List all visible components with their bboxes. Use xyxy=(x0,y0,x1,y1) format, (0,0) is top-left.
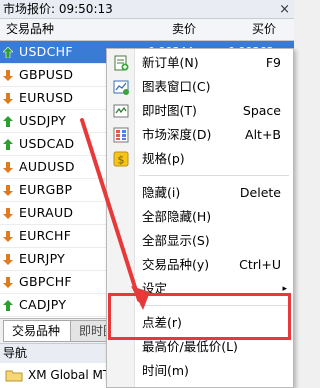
symbol-name: USDCAD xyxy=(19,136,75,151)
menu-item-label: 时间(m) xyxy=(142,363,189,378)
new-order-icon xyxy=(114,55,129,71)
menu-item-show-all[interactable]: 全部显示(S) xyxy=(107,230,293,252)
symbol-name: EURUSD xyxy=(19,90,74,105)
market-depth-icon xyxy=(113,127,129,143)
market-watch-title-bar: 市场报价: 09:50:13 × xyxy=(0,0,294,19)
specification-icon: $ xyxy=(113,151,129,167)
arrow-down-icon xyxy=(3,93,13,104)
symbol-name: EURAUD xyxy=(19,205,74,220)
menu-item-market-depth[interactable]: 市场深度(D) Alt+B xyxy=(107,124,293,146)
menu-item-shortcut: F9 xyxy=(265,55,281,70)
symbol-name: GBPCHF xyxy=(19,274,72,289)
arrow-up-icon xyxy=(3,116,13,127)
arrow-down-icon xyxy=(3,70,13,81)
menu-item-label: 新订单(N) xyxy=(142,55,199,70)
folder-icon xyxy=(5,370,23,382)
menu-item-hide-all[interactable]: 全部隐藏(H) xyxy=(107,206,293,228)
menu-item-label: 规格(p) xyxy=(142,151,185,166)
arrow-down-icon xyxy=(3,277,13,288)
close-icon[interactable]: × xyxy=(279,1,290,19)
arrow-up-icon xyxy=(3,47,13,58)
column-header-ask[interactable]: 买价 xyxy=(252,19,276,40)
tick-chart-icon xyxy=(113,104,129,118)
menu-item-label: 交易品种(y) xyxy=(142,257,210,272)
arrow-down-icon xyxy=(3,185,13,196)
column-header-symbol[interactable]: 交易品种 xyxy=(6,19,54,40)
menu-item-shortcut: Ctrl+U xyxy=(239,257,281,272)
column-header-bid[interactable]: 卖价 xyxy=(172,19,196,40)
menu-item-hide[interactable]: 隐藏(i) Delete xyxy=(107,182,293,204)
menu-item-shortcut: Alt+B xyxy=(245,127,281,142)
symbol-name: AUDUSD xyxy=(19,159,75,174)
menu-item-label: 隐藏(i) xyxy=(142,185,181,200)
quote-table-header: 交易品种 卖价 买价 xyxy=(0,19,294,41)
menu-item-label: 全部隐藏(H) xyxy=(142,209,212,224)
symbol-name: GBPUSD xyxy=(19,67,74,82)
menu-item-chart-window[interactable]: 图表窗口(C) xyxy=(107,76,293,98)
navigator-item-label: XM Global MT xyxy=(28,368,111,382)
arrow-down-icon xyxy=(3,162,13,173)
tab-symbols[interactable]: 交易品种 xyxy=(3,320,71,342)
symbol-name: EURCHF xyxy=(19,228,72,243)
menu-item-new-order[interactable]: 新订单(N) F9 xyxy=(107,52,293,74)
chart-window-icon xyxy=(113,80,129,95)
symbol-name: EURJPY xyxy=(19,251,66,266)
menu-item-specification[interactable]: $ 规格(p) xyxy=(107,148,293,170)
menu-item-label: 市场深度(D) xyxy=(142,127,212,142)
menu-item-shortcut: Space xyxy=(242,103,281,118)
menu-separator xyxy=(139,175,289,176)
menu-item-shortcut: Delete xyxy=(239,185,281,200)
market-watch-title: 市场报价: 09:50:13 xyxy=(3,2,113,16)
arrow-down-icon xyxy=(3,254,13,265)
menu-item-time[interactable]: 时间(m) xyxy=(107,360,293,382)
symbol-name: USDJPY xyxy=(19,113,67,128)
svg-text:$: $ xyxy=(118,154,125,167)
menu-item-label: 即时图(T) xyxy=(142,103,197,118)
arrow-down-icon xyxy=(3,208,13,219)
arrow-up-icon xyxy=(3,300,13,311)
menu-item-label: 全部显示(S) xyxy=(142,233,210,248)
menu-item-symbols[interactable]: 交易品种(y) Ctrl+U xyxy=(107,254,293,276)
arrow-down-icon xyxy=(3,231,13,242)
menu-item-tick-chart[interactable]: 即时图(T) Space xyxy=(107,100,293,122)
symbol-name: USDCHF xyxy=(19,44,73,59)
highlight-box xyxy=(108,293,291,340)
symbol-name: EURGBP xyxy=(19,182,73,197)
arrow-up-icon xyxy=(3,139,13,150)
menu-item-label: 图表窗口(C) xyxy=(142,79,211,94)
symbol-name: CADJPY xyxy=(19,297,67,312)
